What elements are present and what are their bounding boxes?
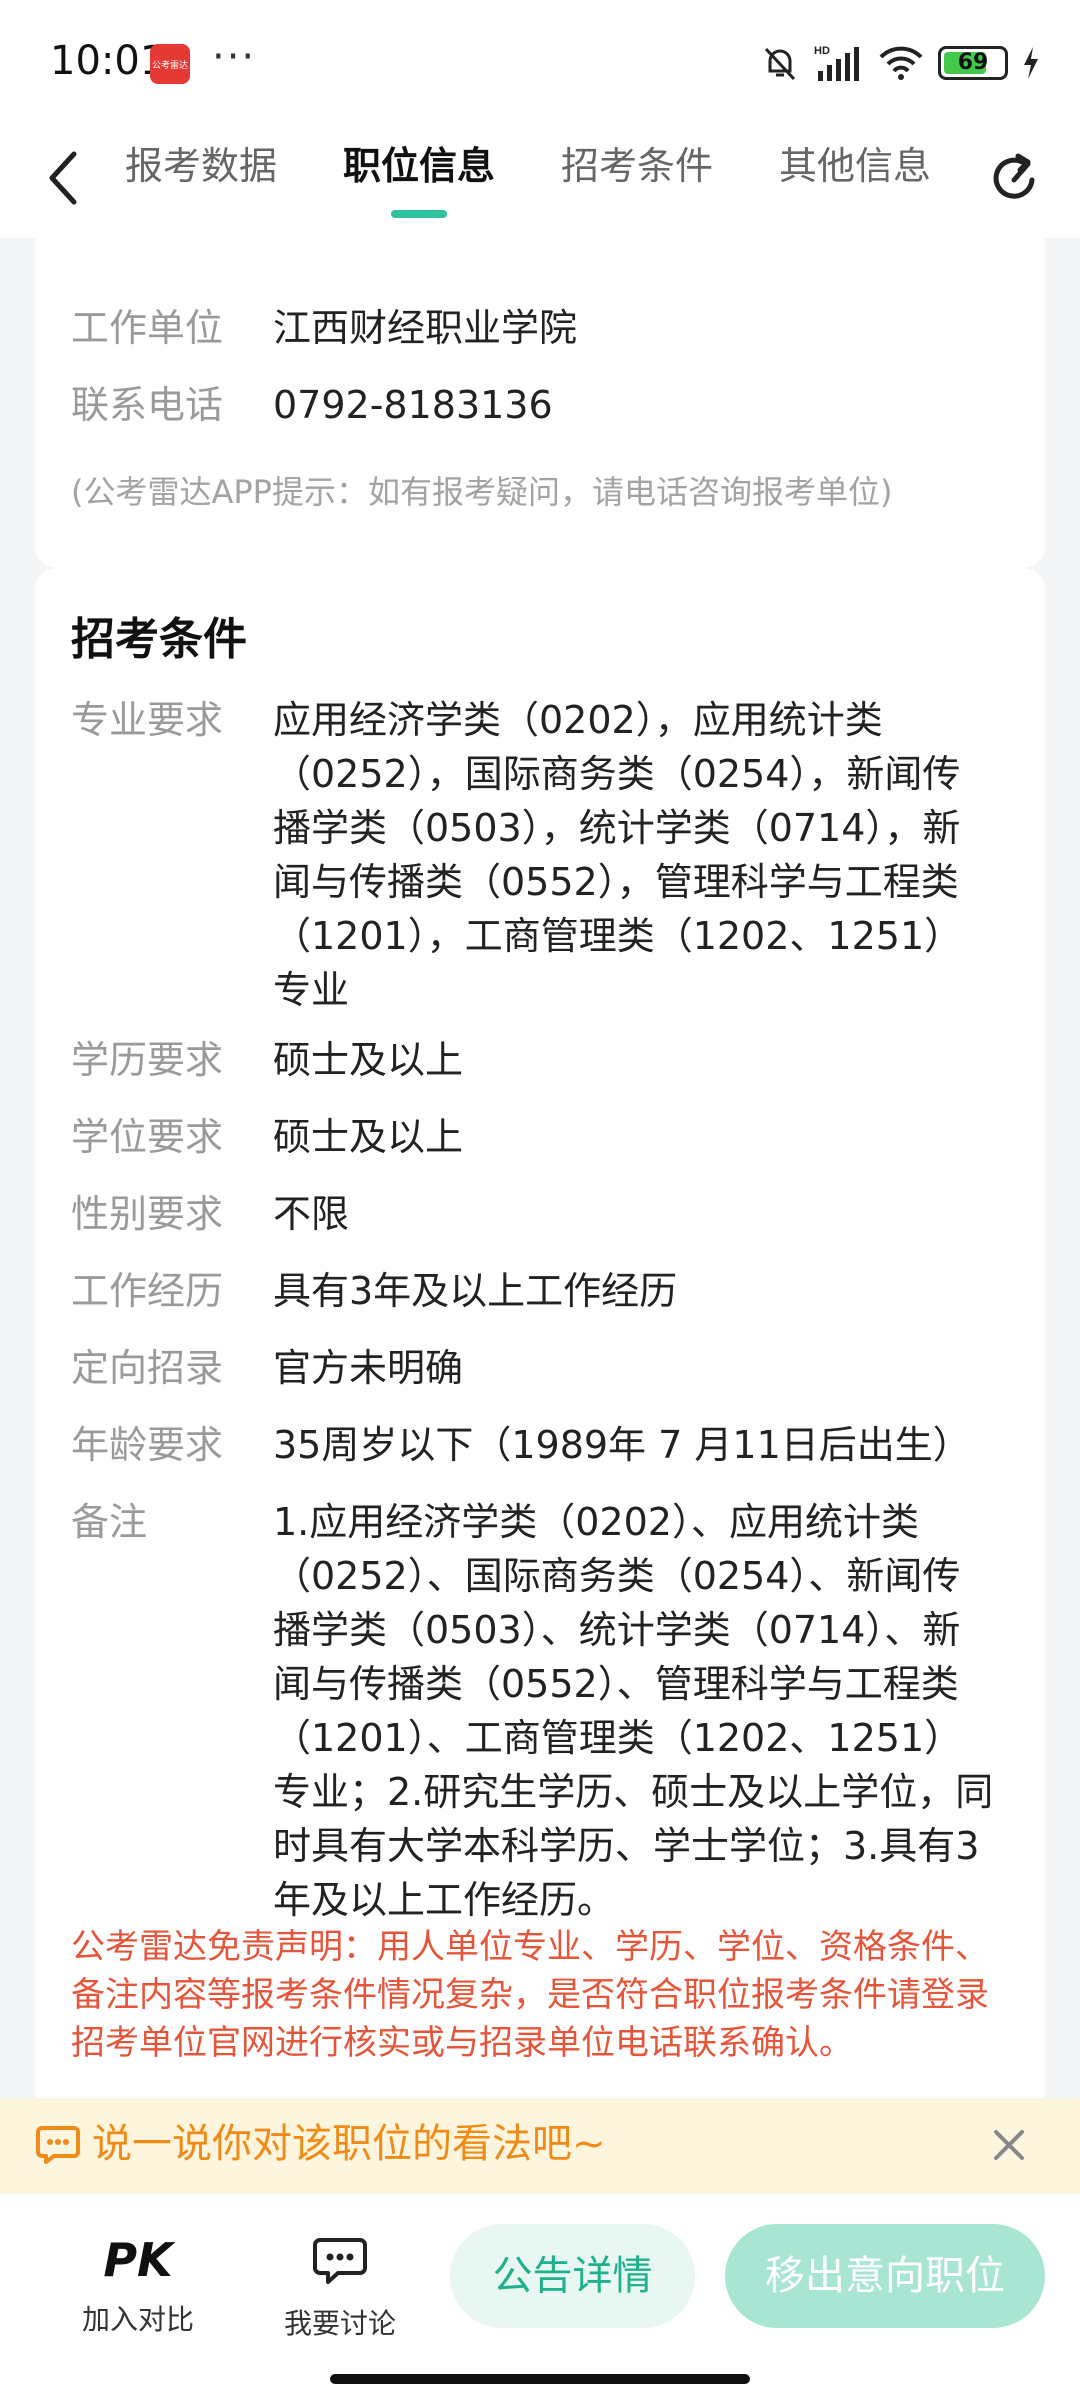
mute-bell-icon	[764, 47, 796, 81]
req-row-education: 学历要求 硕士及以上	[71, 1033, 995, 1087]
req-value: 官方未明确	[273, 1346, 464, 1390]
add-compare-label: 加入对比	[81, 2303, 194, 2336]
pk-icon: PK	[103, 2233, 173, 2287]
req-label: 工作经历	[71, 1269, 224, 1313]
req-row-major: 专业要求 应用经济学类（0202），应用统计类（0252），国际商务类（0254…	[71, 693, 995, 1017]
tab-other-info[interactable]: 其他信息	[779, 120, 931, 238]
req-value: 不限	[273, 1192, 350, 1236]
battery-level-text: 69	[957, 50, 989, 75]
req-value: 应用经济学类（0202），应用统计类（0252），国际商务类（0254），新闻传…	[273, 698, 963, 1012]
req-row-age: 年龄要求 35周岁以下（1989年 7 月11日后出生）	[71, 1418, 995, 1472]
req-label: 年龄要求	[71, 1423, 224, 1467]
req-label: 学位要求	[71, 1115, 224, 1159]
chat-icon	[313, 2238, 367, 2284]
req-row-degree: 学位要求 硕士及以上	[71, 1110, 995, 1164]
req-row-experience: 工作经历 具有3年及以上工作经历	[71, 1264, 995, 1318]
info-label: 工作单位	[71, 306, 224, 350]
more-notifications-icon: ···	[212, 34, 257, 80]
charging-icon	[1024, 47, 1038, 79]
app-badge-label: 公考雷达	[151, 61, 188, 71]
req-value: 1.应用经济学类（0202）、应用统计类（0252）、国际商务类（0254）、新…	[273, 1500, 994, 1922]
content-scroll-area[interactable]: 工作单位 江西财经职业学院 联系电话 0792-8183136 (公考雷达APP…	[0, 238, 1080, 2098]
consult-hint: (公考雷达APP提示：如有报考疑问，请电话咨询报考单位)	[71, 473, 893, 511]
discuss-button[interactable]: 我要讨论	[270, 2230, 410, 2342]
card-title: 招考条件	[71, 614, 247, 665]
remove-intended-position-button[interactable]: 移出意向职位	[725, 2224, 1045, 2328]
home-indicator[interactable]	[330, 2374, 750, 2384]
req-value: 硕士及以上	[273, 1038, 464, 1082]
req-label: 学历要求	[71, 1038, 224, 1082]
comment-prompt-text[interactable]: 说一说你对该职位的看法吧~	[92, 2114, 606, 2174]
share-icon[interactable]	[988, 150, 1044, 206]
battery-icon: 69	[938, 46, 1008, 80]
disclaimer-text: 公考雷达免责声明：用人单位专业、学历、学位、资格条件、备注内容等报考条件情况复杂…	[71, 1927, 989, 2063]
req-label: 专业要求	[71, 698, 224, 742]
req-label: 备注	[71, 1500, 148, 1544]
tab-bar: 报考数据 职位信息 招考条件 其他信息	[125, 120, 997, 238]
top-nav-bar: 报考数据 职位信息 招考条件 其他信息	[0, 120, 1080, 238]
announcement-details-button[interactable]: 公告详情	[450, 2224, 695, 2328]
status-time: 10:01	[50, 38, 166, 84]
info-row-work-unit: 工作单位 江西财经职业学院	[71, 301, 995, 355]
req-row-directed: 定向招录 官方未明确	[71, 1341, 995, 1395]
comment-prompt-bar[interactable]: 说一说你对该职位的看法吧~	[0, 2098, 1080, 2194]
req-row-remarks: 备注 1.应用经济学类（0202）、应用统计类（0252）、国际商务类（0254…	[71, 1495, 995, 1927]
add-compare-button[interactable]: PK 加入对比	[68, 2230, 208, 2338]
info-row-phone: 联系电话 0792-8183136	[71, 378, 995, 432]
req-row-gender: 性别要求 不限	[71, 1187, 995, 1241]
info-label: 联系电话	[71, 383, 224, 427]
tab-position-info[interactable]: 职位信息	[343, 120, 495, 238]
status-bar: 10:01 公考雷达 ··· HD 69	[0, 0, 1080, 120]
req-label: 性别要求	[71, 1192, 224, 1236]
unit-info-card: 工作单位 江西财经职业学院 联系电话 0792-8183136 (公考雷达APP…	[35, 238, 1045, 568]
req-value: 具有3年及以上工作经历	[273, 1269, 678, 1313]
phone-number-link[interactable]: 0792-8183136	[273, 378, 995, 432]
back-arrow-icon[interactable]	[40, 148, 90, 208]
comment-bubble-icon	[36, 2126, 80, 2164]
signal-icon: HD	[814, 45, 859, 81]
svg-text:HD: HD	[814, 45, 830, 57]
bottom-action-bar: PK 加入对比 我要讨论 公告详情 移出意向职位	[0, 2194, 1080, 2400]
req-value: 35周岁以下（1989年 7 月11日后出生）	[273, 1423, 971, 1467]
close-icon[interactable]	[984, 2120, 1034, 2170]
app-notification-icon: 公考雷达	[150, 44, 190, 84]
system-icons: HD 69	[760, 40, 1040, 86]
req-value: 硕士及以上	[273, 1115, 464, 1159]
requirements-card: 招考条件 专业要求 应用经济学类（0202），应用统计类（0252），国际商务类…	[35, 568, 1045, 2098]
discuss-label: 我要讨论	[283, 2307, 396, 2340]
wifi-icon	[879, 46, 923, 80]
tab-apply-data[interactable]: 报考数据	[125, 120, 277, 238]
req-label: 定向招录	[71, 1346, 224, 1390]
info-value: 江西财经职业学院	[273, 306, 578, 350]
tab-requirements[interactable]: 招考条件	[561, 120, 713, 238]
